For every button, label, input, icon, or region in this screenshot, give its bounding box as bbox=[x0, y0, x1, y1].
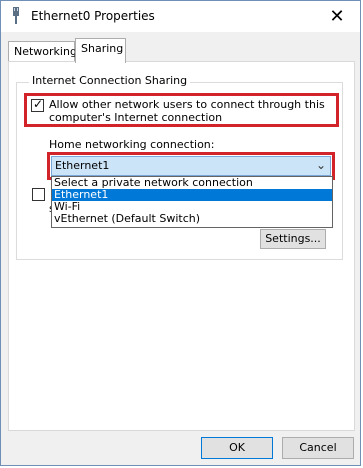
home-networking-label: Home networking connection: bbox=[49, 138, 215, 151]
cancel-button[interactable]: Cancel bbox=[282, 437, 354, 459]
connection-dropdown-list: Select a private network connection Ethe… bbox=[51, 176, 333, 228]
window-title: Ethernet0 Properties bbox=[31, 9, 155, 23]
checkmark-icon: ✓ bbox=[33, 97, 44, 111]
dropdown-option-selected[interactable]: Ethernet1 bbox=[52, 189, 332, 201]
tab-sharing-label: Sharing bbox=[81, 42, 124, 55]
allow-sharing-checkbox[interactable]: ✓ bbox=[31, 97, 44, 112]
chevron-down-icon: ⌄ bbox=[315, 158, 326, 172]
ok-button[interactable]: OK bbox=[201, 437, 273, 459]
network-adapter-icon bbox=[13, 7, 19, 24]
close-button[interactable]: ✕ bbox=[320, 3, 354, 29]
ics-group-label: Internet Connection Sharing bbox=[29, 74, 191, 87]
close-icon: ✕ bbox=[329, 5, 345, 27]
tab-sharing[interactable]: Sharing bbox=[75, 38, 126, 63]
title-bar: Ethernet0 Properties ✕ bbox=[1, 1, 360, 32]
settings-button[interactable]: Settings... bbox=[260, 229, 326, 249]
select-value: Ethernet1 bbox=[55, 159, 110, 172]
home-connection-select[interactable]: Ethernet1 ⌄ bbox=[51, 156, 331, 176]
allow-control-checkbox[interactable] bbox=[32, 188, 45, 201]
allow-sharing-label: Allow other network users to connect thr… bbox=[49, 98, 325, 124]
tab-networking-label: Networking bbox=[14, 45, 77, 58]
tab-networking[interactable]: Networking bbox=[8, 41, 77, 62]
dropdown-option[interactable]: vEthernet (Default Switch) bbox=[52, 213, 332, 225]
